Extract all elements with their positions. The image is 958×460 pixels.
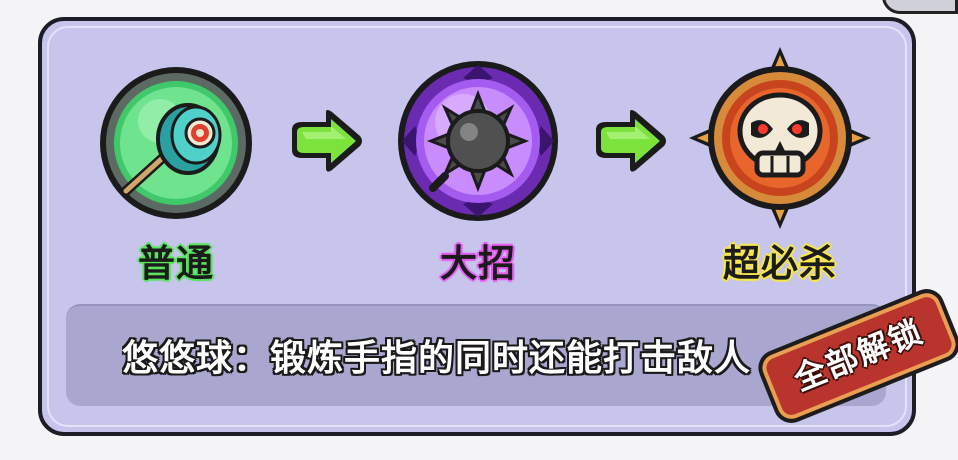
skill-description: 悠悠球：锻炼手指的同时还能打击敌人 bbox=[122, 338, 752, 379]
skull-icon bbox=[689, 47, 871, 229]
next-arrow-icon bbox=[596, 110, 666, 172]
yoyo-icon bbox=[100, 67, 252, 219]
stage-label-super: 超必杀 bbox=[723, 242, 837, 285]
stage-label-normal: 普通 bbox=[138, 242, 214, 285]
top-corner-decoration bbox=[882, 0, 958, 14]
stage-label-ultimate: 大招 bbox=[440, 242, 516, 285]
spiked-ball-icon bbox=[398, 61, 558, 221]
next-arrow-icon bbox=[292, 110, 362, 172]
